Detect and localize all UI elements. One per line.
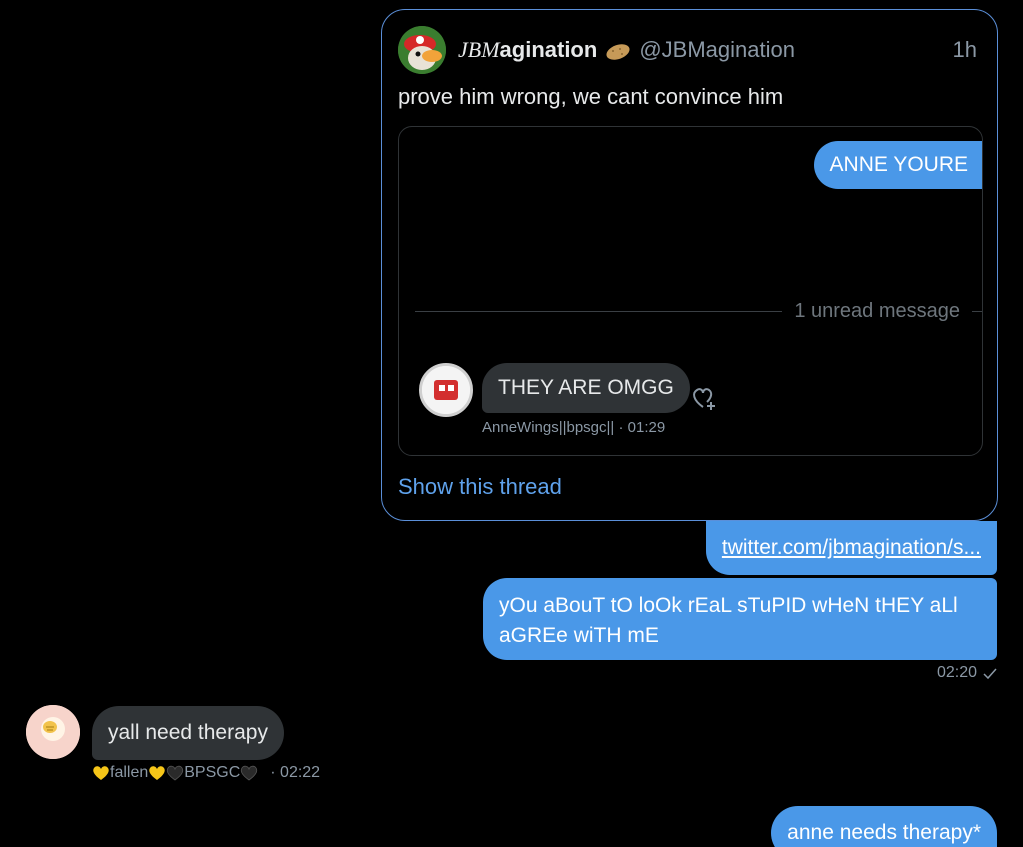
- unread-divider: 1 unread message: [415, 297, 982, 325]
- dm-conversation: JBMagination @JBMagination 1h prove him …: [0, 0, 1023, 847]
- received-message-meta: fallen BPSGC · 02:22: [92, 764, 320, 782]
- tweet-author-handle[interactable]: @JBMagination: [639, 37, 795, 63]
- tweet-author-name[interactable]: JBMagination: [458, 37, 597, 63]
- embedded-sent-bubble: ANNE YOURE: [813, 141, 982, 189]
- divider-line: [415, 310, 783, 312]
- embedded-received-bubble: THEY ARE OMGG: [482, 363, 690, 413]
- sender-name-part: BPSGC: [184, 764, 241, 781]
- sent-message-time: 02:20: [936, 664, 977, 681]
- tweet-author-name-suffix: agination: [499, 37, 598, 62]
- sent-message-bubble[interactable]: anne needs therapy*: [771, 806, 997, 847]
- black-heart-icon: [240, 765, 258, 781]
- tweet-author-avatar[interactable]: [398, 26, 446, 74]
- unread-divider-label: 1 unread message: [794, 299, 960, 322]
- embedded-avatar: [419, 363, 473, 417]
- tweet-media-screenshot[interactable]: ANNE YOURE 1 unread message THEY ARE OMG…: [398, 126, 983, 456]
- tweet-author-name-prefix: JBM: [458, 37, 500, 62]
- sent-link-bubble[interactable]: twitter.com/jbmagination/s...: [705, 521, 997, 575]
- sender-name-part: fallen: [110, 764, 149, 781]
- quoted-tweet-card[interactable]: JBMagination @JBMagination 1h prove him …: [381, 9, 998, 521]
- potato-icon: [605, 41, 631, 60]
- checkmark-icon: [983, 667, 997, 680]
- add-reaction-icon: [689, 383, 719, 413]
- tweet-text: prove him wrong, we cant convince him: [398, 84, 784, 109]
- tweet-header: JBMagination @JBMagination 1h: [458, 36, 977, 64]
- show-thread-link[interactable]: Show this thread: [398, 474, 562, 500]
- black-heart-icon: [166, 765, 184, 781]
- sender-avatar[interactable]: [26, 705, 80, 759]
- received-message-time: · 02:22: [270, 764, 321, 781]
- sent-message-meta: 02:20: [937, 664, 997, 682]
- yellow-heart-icon: [92, 765, 110, 781]
- divider-line: [972, 310, 982, 312]
- embedded-message-meta: AnneWings||bpsgc|| · 01:29: [482, 419, 666, 436]
- yellow-heart-icon: [148, 765, 166, 781]
- received-message-bubble[interactable]: yall need therapy: [92, 706, 284, 760]
- sent-message-bubble[interactable]: yOu aBouT tO loOk rEaL sTuPID wHeN tHEY …: [483, 578, 997, 660]
- tweet-timestamp[interactable]: 1h: [953, 37, 977, 63]
